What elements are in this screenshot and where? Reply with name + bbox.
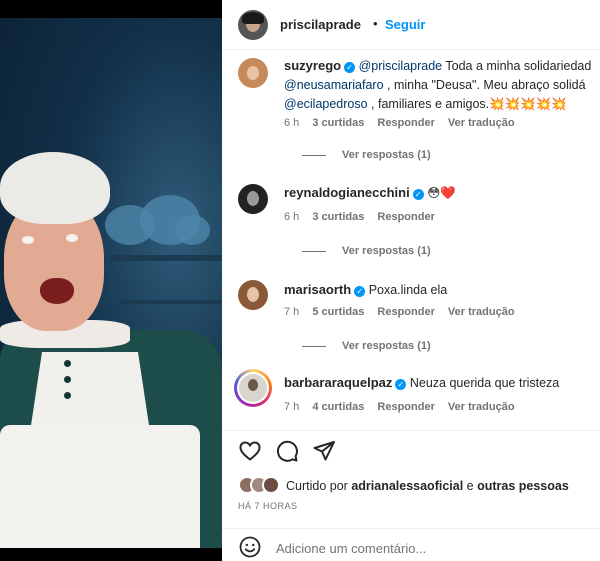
comment-time: 7 h [284, 401, 300, 413]
photo-button [64, 392, 71, 399]
photo-apron [0, 425, 200, 555]
view-replies-label: Ver respostas (1) [342, 340, 431, 352]
comment-time: 6 h [284, 117, 300, 129]
translate-button[interactable]: Ver tradução [448, 401, 515, 413]
comment-likes[interactable]: 4 curtidas [312, 401, 364, 413]
photo-cap [0, 152, 110, 224]
comment-likes[interactable]: 3 curtidas [312, 117, 364, 129]
photo-plant-3 [175, 215, 210, 245]
translate-button[interactable]: Ver tradução [448, 306, 515, 318]
verified-badge-icon: ✓ [354, 286, 366, 297]
photo-button [64, 376, 71, 383]
add-comment-bar: Adicione um comentário... [222, 528, 600, 561]
liker-avatar [262, 476, 280, 494]
comment-meta: 7 h 5 curtidas Responder Ver tradução [284, 306, 525, 318]
likes-others[interactable]: outras pessoas [477, 479, 569, 493]
replies-line [302, 250, 326, 252]
translate-button[interactable]: Ver tradução [448, 117, 515, 129]
follow-button[interactable]: Seguir [385, 17, 425, 32]
view-replies-button[interactable]: Ver respostas (1) [302, 340, 431, 352]
photo-bottom-band [0, 548, 222, 561]
header-separator: • [373, 16, 378, 31]
comment-meta: 6 h 3 curtidas Responder [284, 211, 445, 223]
reply-button[interactable]: Responder [377, 211, 434, 223]
comment-body: reynaldogianecchini ✓ 😳❤️ [284, 183, 600, 203]
comment-time: 6 h [284, 211, 300, 223]
verified-badge-icon: ✓ [395, 379, 407, 390]
comment-username[interactable]: barbararaquelpaz [284, 375, 392, 390]
comment-username[interactable]: reynaldogianecchini [284, 185, 410, 200]
author-username[interactable]: priscilaprade [280, 17, 361, 32]
photo-mouth [40, 278, 74, 304]
post-actions [222, 430, 600, 470]
commenter-avatar[interactable] [238, 280, 268, 310]
comment-username[interactable]: marisaorth [284, 282, 351, 297]
reply-button[interactable]: Responder [377, 117, 434, 129]
photo-railing-lower [120, 300, 222, 304]
comment-body: barbararaquelpaz ✓ Neuza querida que tris… [284, 373, 600, 393]
comment-likes[interactable]: 3 curtidas [312, 211, 364, 223]
view-replies-button[interactable]: Ver respostas (1) [302, 149, 431, 161]
comment-body: marisaorth ✓ Poxa.linda ela [284, 280, 600, 300]
likes-prefix: Curtido por [286, 479, 352, 493]
comment-meta: 7 h 4 curtidas Responder Ver tradução [284, 401, 525, 413]
verified-badge-icon: ✓ [412, 189, 424, 200]
comment-text: Neuza querida que tristeza [409, 376, 560, 390]
story-ring-avatar[interactable] [234, 369, 272, 407]
mention-link[interactable]: @priscilaprade [359, 59, 443, 73]
post-photo[interactable] [0, 0, 222, 561]
comment-meta: 6 h 3 curtidas Responder Ver tradução [284, 117, 525, 129]
comment-text: , minha "Deusa". Meu abraço solidá [383, 78, 586, 92]
send-icon[interactable] [312, 439, 336, 468]
comment-text: Toda a minha solidariedad [442, 59, 592, 73]
verified-badge-icon: ✓ [344, 62, 356, 73]
comment-text: , familiares e amigos.💥💥💥💥💥 [367, 97, 567, 111]
mention-link[interactable]: @neusamariafaro [284, 78, 384, 92]
photo-button [64, 360, 71, 367]
replies-line [302, 154, 326, 156]
photo-eye [22, 236, 34, 244]
photo-eye [66, 234, 78, 242]
view-replies-label: Ver respostas (1) [342, 149, 431, 161]
comment-body: suzyrego ✓ @priscilaprade Toda a minha so… [284, 56, 600, 114]
comment-input[interactable]: Adicione um comentário... [276, 541, 426, 556]
post-header: priscilaprade • Seguir [222, 0, 600, 50]
reply-button[interactable]: Responder [377, 401, 434, 413]
heart-icon[interactable] [238, 439, 262, 468]
commenter-avatar[interactable] [238, 58, 268, 88]
emoji-icon[interactable] [238, 535, 262, 561]
comments-panel: priscilaprade • Seguir suzyrego ✓ @prisci… [222, 0, 600, 561]
author-avatar[interactable] [238, 10, 268, 40]
comment-likes[interactable]: 5 curtidas [312, 306, 364, 318]
post-timestamp: HÁ 7 HORAS [238, 501, 298, 511]
reply-button[interactable]: Responder [377, 306, 434, 318]
likes-middle: e [463, 479, 478, 493]
view-replies-label: Ver respostas (1) [342, 245, 431, 257]
likes-user[interactable]: adrianalessaoficial [351, 479, 463, 493]
comment-text: 😳❤️ [427, 186, 456, 200]
replies-line [302, 345, 326, 347]
view-replies-button[interactable]: Ver respostas (1) [302, 245, 431, 257]
commenter-avatar[interactable] [238, 184, 268, 214]
comment-text: Poxa.linda ela [368, 283, 448, 297]
comment-username[interactable]: suzyrego [284, 58, 341, 73]
mention-link[interactable]: @ecilapedroso [284, 97, 368, 111]
photo-railing [110, 255, 222, 261]
photo-apron-bib [30, 352, 150, 432]
comment-icon[interactable] [275, 439, 299, 468]
comment-time: 7 h [284, 306, 300, 318]
